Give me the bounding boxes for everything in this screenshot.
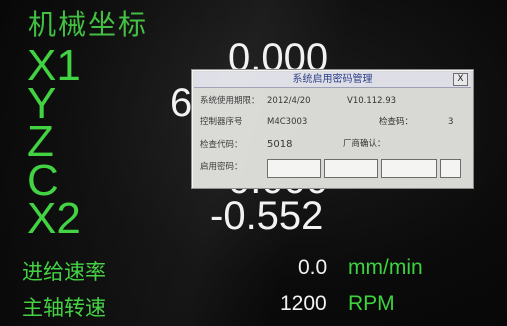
feed-rate-unit: mm/min [348, 256, 423, 279]
version-value: V10.112.93 [347, 96, 397, 106]
dialog-title: 系统启用密码管理 [292, 74, 373, 85]
machine-coordinates-title: 机械坐标 [28, 8, 149, 41]
password-field-3[interactable] [381, 159, 437, 178]
feed-rate-label: 进给速率 [22, 260, 106, 284]
usage-period-label: 系统使用期限： [200, 96, 260, 106]
usage-period-value: 2012/4/20 [267, 96, 311, 106]
check-code-value: 3 [448, 117, 454, 127]
inspection-code-value: 5018 [267, 139, 293, 150]
axis-value-y: 6 [170, 81, 193, 125]
close-button[interactable]: X [453, 73, 468, 86]
password-management-dialog: 系统启用密码管理 X 系统使用期限： 2012/4/20 V10.112.93 … [191, 69, 474, 189]
inspection-code-label: 检查代码： [200, 140, 243, 150]
spindle-speed-value: 1200 [280, 292, 327, 315]
dialog-titlebar[interactable]: 系统启用密码管理 X [194, 72, 471, 88]
feed-rate-value: 0.0 [298, 256, 328, 279]
password-field-4[interactable] [440, 159, 461, 178]
axis-value-x2: -0.552 [210, 194, 324, 238]
controller-serial-label: 控制器序号 [200, 117, 243, 127]
password-field-1[interactable] [267, 159, 321, 178]
spindle-speed-label: 主轴转速 [22, 296, 106, 320]
password-field-2[interactable] [324, 159, 378, 178]
activation-password-label: 启用密码： [200, 162, 243, 172]
axis-label-x2: X2 [27, 194, 81, 243]
controller-serial-value: M4C3003 [267, 117, 308, 127]
check-code-label: 检查码： [379, 117, 414, 127]
spindle-speed-unit: RPM [348, 292, 395, 315]
vendor-confirm-label: 厂商确认： [343, 139, 386, 149]
